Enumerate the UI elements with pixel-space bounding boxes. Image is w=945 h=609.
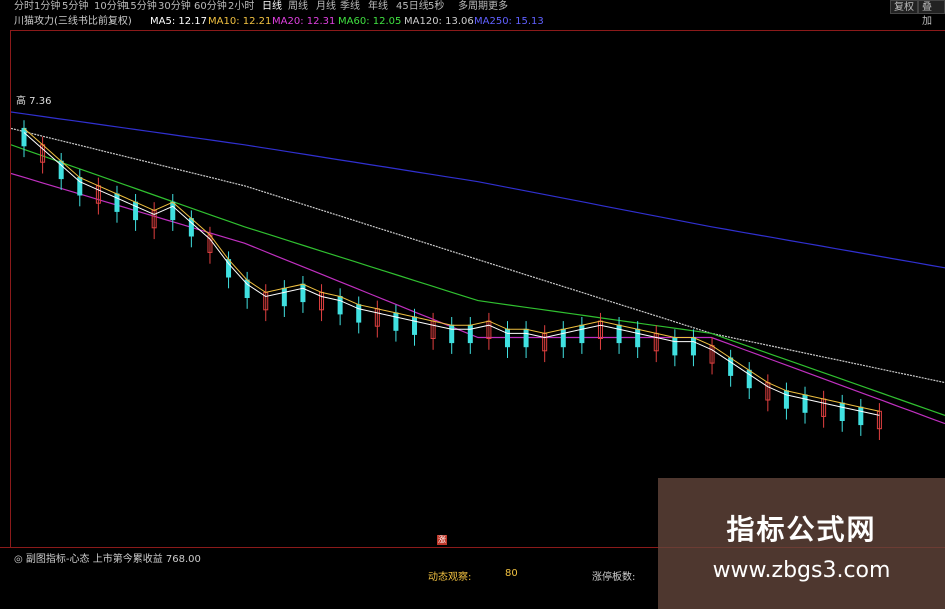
dynamic-label: 动态观察:: [428, 572, 472, 583]
candle: [802, 394, 808, 413]
restore-rights-button[interactable]: 复权: [890, 0, 918, 14]
candle: [21, 127, 27, 147]
limit-up-label: 涨停板数:: [592, 572, 636, 583]
period-tab-1[interactable]: 1分钟: [34, 0, 60, 14]
candle: [412, 316, 418, 335]
period-tab-4[interactable]: 15分钟: [124, 0, 157, 14]
high-price-label: 高 7.36: [16, 96, 52, 107]
candlestick-chart[interactable]: [11, 31, 945, 547]
candle: [858, 406, 864, 426]
signal-marker: 涨: [437, 535, 447, 545]
candle: [839, 402, 845, 422]
period-tab-9[interactable]: 周线: [288, 0, 308, 14]
candle: [300, 283, 306, 303]
candle: [560, 328, 566, 348]
ma20-label: MA20: 12.31: [272, 16, 336, 27]
candle: [579, 324, 585, 344]
period-toolbar: 分时 1分钟 5分钟 10分钟 15分钟 30分钟 60分钟 2小时 日线 周线 月线 季线 年线 45日…: [0, 0, 945, 14]
period-tab-3[interactable]: 10分钟: [94, 0, 127, 14]
period-tab-5[interactable]: 30分钟: [158, 0, 191, 14]
period-tab-2[interactable]: 5分钟: [62, 0, 88, 14]
candle: [170, 201, 176, 221]
candle: [783, 390, 789, 409]
ma-legend: 川猫攻力(三线书比前复权) MA5: 12.17 MA10: 12.21 MA2…: [0, 15, 945, 29]
subchart-title: ◎ 副图指标-心态 上市第今累收益 768.00: [14, 554, 201, 565]
dynamic-value: 80: [505, 568, 518, 579]
candle: [504, 328, 510, 348]
candle: [449, 324, 455, 344]
candle: [133, 201, 139, 221]
candle: [356, 304, 362, 323]
period-tab-15[interactable]: 多周期: [458, 0, 488, 14]
period-tab-14[interactable]: 5秒: [428, 0, 444, 14]
ma60-label: MA60: 12.05: [338, 16, 402, 27]
ma5-label: MA5: 12.17: [150, 16, 208, 27]
watermark: 指标公式网 www.zbgs3.com: [658, 478, 945, 609]
period-tab-10[interactable]: 月线: [316, 0, 336, 14]
ma60-line: [11, 144, 945, 416]
ma10-line: [23, 128, 880, 412]
period-tab-16[interactable]: 更多: [488, 0, 508, 14]
ma250-line: [11, 111, 945, 269]
candle: [672, 337, 678, 356]
candle: [616, 324, 622, 344]
period-tab-7[interactable]: 2小时: [228, 0, 254, 14]
candle: [523, 328, 529, 348]
ma250-label: MA250: 15.13: [474, 16, 544, 27]
overlay-button[interactable]: 叠加: [918, 0, 945, 27]
period-tab-13[interactable]: 45日线: [396, 0, 429, 14]
period-tab-0[interactable]: 分时: [14, 0, 34, 14]
indicator-name: 川猫攻力(三线书比前复权): [14, 16, 132, 27]
watermark-url: www.zbgs3.com: [712, 558, 891, 583]
candle: [467, 324, 473, 344]
candle: [281, 287, 287, 307]
period-tab-11[interactable]: 季线: [340, 0, 360, 14]
candle: [635, 328, 641, 348]
period-tab-8[interactable]: 日线: [262, 0, 282, 14]
watermark-title: 指标公式网: [726, 513, 877, 546]
candle: [337, 296, 343, 315]
candle: [114, 193, 120, 212]
candle: [690, 337, 696, 356]
ma10-label: MA10: 12.21: [208, 16, 272, 27]
candle: [393, 312, 399, 331]
ma120-line: [11, 127, 945, 384]
period-tab-12[interactable]: 年线: [368, 0, 388, 14]
ma120-label: MA120: 13.06: [404, 16, 474, 27]
period-tab-6[interactable]: 60分钟: [194, 0, 227, 14]
ma20-line: [11, 172, 945, 425]
